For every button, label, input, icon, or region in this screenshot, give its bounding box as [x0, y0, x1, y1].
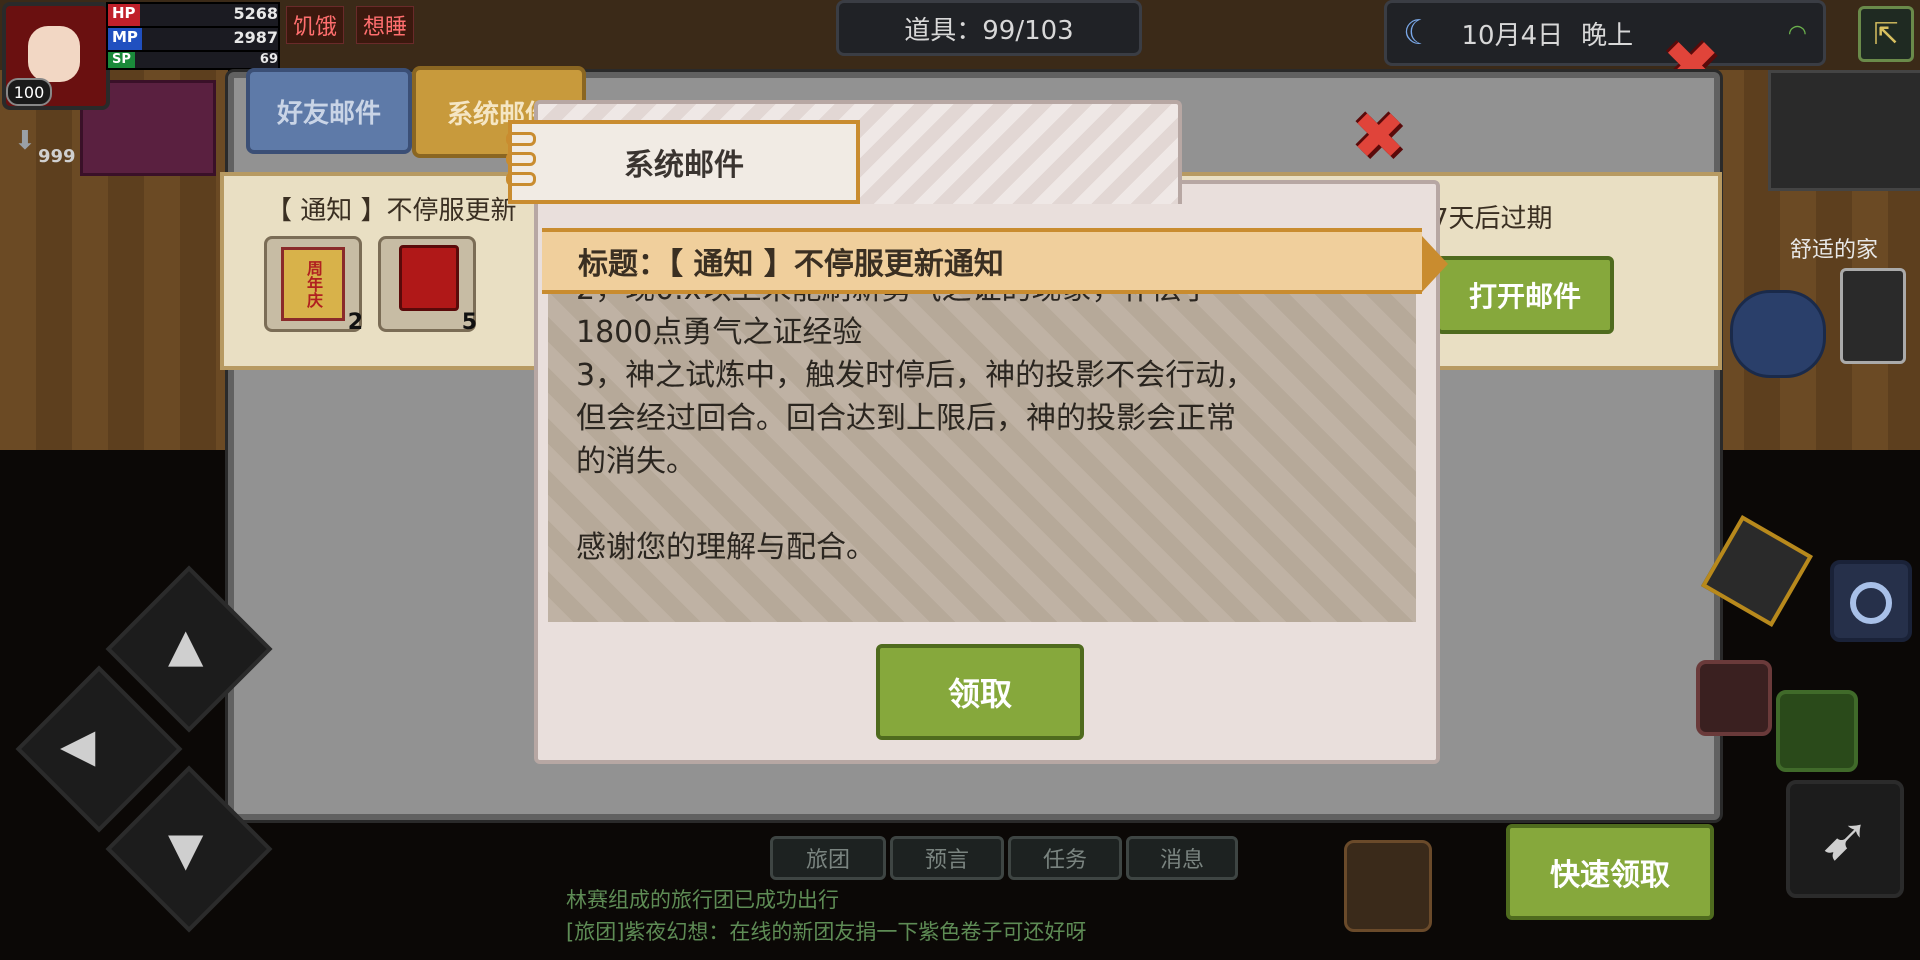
coin-count: 999 — [38, 146, 76, 167]
hp-bar: HP 5268 — [106, 2, 280, 28]
backpack-icon[interactable] — [1344, 840, 1432, 932]
quick-claim-button[interactable]: 快速领取 — [1506, 824, 1714, 920]
mail-subject-banner: 标题：【 通知 】不停服更新通知 — [542, 228, 1422, 294]
sp-value: 69 — [259, 52, 278, 67]
mp-label: MP — [108, 28, 142, 50]
tab-friend-mail[interactable]: 好友邮件 — [246, 68, 412, 154]
spiral-binding-icon — [506, 132, 536, 188]
open-mail-button[interactable]: 打开邮件 — [1436, 256, 1614, 334]
chat-line-2: [旅团]紫夜幻想：在线的新团友捐一下紫色卷子可还好呀 — [566, 920, 1087, 944]
skill-button-2[interactable] — [1830, 560, 1912, 642]
reward-count-2: 5 — [461, 310, 477, 335]
close-dialog-icon[interactable]: ✖ — [1352, 100, 1406, 174]
location-label: 舒适的家 — [1790, 238, 1879, 263]
sp-label: SP — [108, 52, 135, 68]
inventory-counter[interactable]: 道具：99/103 — [836, 0, 1142, 56]
mp-value: 2987 — [233, 28, 278, 47]
chat-tab-prophecy[interactable]: 预言 — [890, 836, 1004, 880]
status-sleepy: 想睡 — [356, 6, 415, 44]
moon-icon: ☾ — [1403, 13, 1434, 53]
dialog-title: 系统邮件 — [508, 120, 860, 204]
sp-bar: SP 69 — [106, 50, 280, 70]
reward-count-1: 2 — [347, 310, 363, 335]
anniversary-icon: 周年庆 — [281, 247, 345, 321]
bag-icon — [1730, 290, 1826, 378]
reward-slot-2: 5 — [378, 236, 477, 335]
status-hungry: 饥饿 — [286, 6, 345, 44]
ring-icon — [1850, 582, 1892, 624]
mail-item-expiry: 7天后过期 — [1432, 204, 1553, 234]
arrow-up-icon: ▲ — [168, 618, 204, 672]
arrow-down-icon: ▼ — [168, 822, 204, 876]
avatar-face-icon — [28, 26, 80, 82]
mail-item-subject: 【 通知 】不停服更新 — [266, 196, 517, 226]
chat-tab-guild[interactable]: 旅团 — [770, 836, 886, 880]
time-of-day-text: 晚上 — [1581, 20, 1634, 51]
chat-tab-quest[interactable]: 任务 — [1008, 836, 1122, 880]
chat-tab-messages[interactable]: 消息 — [1126, 836, 1238, 880]
skill-button-3[interactable] — [1696, 660, 1772, 736]
arrow-left-icon: ◀ — [60, 718, 96, 772]
skill-button-4[interactable] — [1776, 690, 1858, 772]
hp-value: 5268 — [233, 4, 278, 23]
red-envelope-icon — [399, 245, 459, 311]
mail-content-text: 2，现0.x以上未能刷新勇气之证的现象，补偿了 1800点勇气之证经验 3，神之… — [576, 282, 1256, 565]
expand-icon[interactable]: ⇱ — [1858, 6, 1914, 62]
date-text: 10月4日 — [1461, 20, 1564, 51]
mail-content-pane[interactable]: 2，现0.x以上未能刷新勇气之证的现象，补偿了 1800点勇气之证经验 3，神之… — [548, 282, 1416, 622]
minimap[interactable] — [1768, 70, 1920, 191]
wifi-icon: ◠ — [1787, 20, 1807, 46]
bow-attack-icon[interactable]: ➹ — [1786, 780, 1904, 898]
phone-icon[interactable] — [1840, 268, 1906, 364]
mp-bar: MP 2987 — [106, 26, 280, 52]
banner-tail-icon — [1422, 236, 1448, 292]
level-badge: 100 — [6, 78, 52, 106]
time-panel: ☾ 10月4日 晚上 ◠ — [1384, 0, 1826, 66]
claim-button[interactable]: 领取 — [876, 644, 1084, 740]
chat-line-1: 林赛组成的旅行团已成功出行 — [566, 888, 839, 912]
hp-label: HP — [108, 4, 140, 26]
reward-slot-1: 周年庆 2 — [264, 236, 363, 335]
